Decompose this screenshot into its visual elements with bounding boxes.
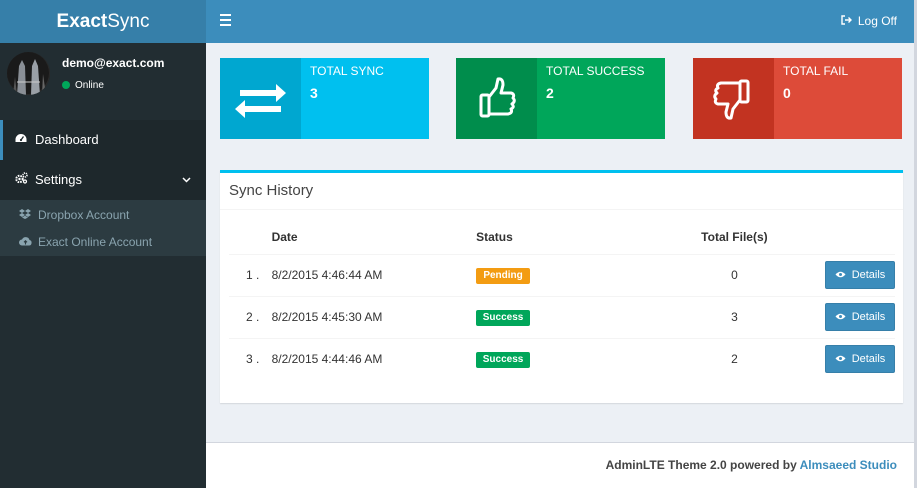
stat-value: 3 [310,85,318,101]
stat-value: 0 [783,85,791,101]
sub-item-label: Dropbox Account [38,208,130,222]
stat-label: TOTAL SUCCESS [546,64,645,78]
details-button[interactable]: Details [825,261,895,289]
row-action-cell: Details [793,338,895,380]
row-number: 1 . [229,254,272,297]
sidebar-item-settings[interactable]: Settings [0,160,206,200]
exchange-icon [220,58,301,139]
details-button[interactable]: Details [825,303,895,331]
thumbs-up-icon [456,58,537,139]
stat-text: TOTAL FAIL 0 [783,64,848,101]
panel-title: Sync History [220,173,903,210]
settings-submenu: Dropbox Account Exact Online Account [0,200,206,256]
chevron-down-icon [182,160,191,200]
cogs-icon [14,160,28,200]
column-header-status: Status [476,220,676,255]
status-badge: Pending [476,267,531,284]
footer-text: AdminLTE Theme 2.0 powered by [605,458,797,472]
top-navbar: Log Off [206,0,917,43]
details-label: Details [851,311,886,323]
user-status: Online [62,80,104,91]
footer-credit: AdminLTE Theme 2.0 powered by Almsaeed S… [606,458,897,472]
sidebar-item-dashboard[interactable]: Dashboard [0,120,206,160]
column-header-date: Date [271,220,477,255]
sidebar-item-dropbox-account[interactable]: Dropbox Account [0,202,206,229]
dashboard-icon [14,120,28,160]
logoff-button[interactable]: Log Off [841,0,897,42]
stat-value: 2 [546,85,554,101]
column-header-action [793,220,895,255]
column-header-number [229,220,272,255]
online-status-icon [62,81,70,89]
stat-label: TOTAL SYNC [310,64,384,78]
row-action-cell: Details [793,296,895,339]
sidebar-menu: Dashboard Settings Dropbox Account Exact… [0,120,206,256]
row-date: 8/2/2015 4:46:44 AM [271,254,477,297]
table-header-row: Date Status Total File(s) [229,220,895,255]
sidebar-item-label: Settings [35,172,82,187]
row-total-files: 2 [731,352,738,367]
app-name-bold: Exact [56,11,108,32]
eye-icon [835,263,846,289]
stat-box-total-success: TOTAL SUCCESS 2 [456,58,665,139]
row-number: 2 . [229,296,272,339]
stat-box-total-sync: TOTAL SYNC 3 [220,58,429,139]
avatar [7,52,50,95]
footer-link[interactable]: Almsaeed Studio [800,458,897,472]
stat-label: TOTAL FAIL [783,64,849,78]
status-badge: Success [476,351,531,368]
stat-box-total-fail: TOTAL FAIL 0 [693,58,902,139]
row-number: 3 . [246,352,260,367]
row-status-cell: Pending [476,254,676,297]
eye-icon [835,347,846,373]
logoff-label: Log Off [857,14,897,28]
sub-item-label: Exact Online Account [38,235,153,249]
sidebar-item-exact-online-account[interactable]: Exact Online Account [0,229,206,256]
footer: AdminLTE Theme 2.0 powered by Almsaeed S… [206,442,917,488]
user-email: demo@exact.com [62,56,165,70]
details-label: Details [851,269,886,281]
details-button[interactable]: Details [825,345,895,374]
column-header-total-files: Total File(s) [675,220,793,255]
eye-icon [835,305,846,331]
thumbs-down-icon [693,58,774,139]
hamburger-menu-icon[interactable] [220,14,231,26]
table-row: 2 . 8/2/2015 4:45:30 AM Success 3 Detail… [229,296,895,339]
dropbox-icon [18,203,32,230]
stat-text: TOTAL SUCCESS 2 [546,64,644,101]
row-total-files: 0 [675,254,793,297]
details-label: Details [851,353,886,366]
sign-out-icon [841,0,852,42]
app-logo[interactable]: ExactSync [0,0,206,43]
status-badge: Success [476,309,531,326]
stat-text: TOTAL SYNC 3 [310,64,384,101]
user-status-label: Online [75,80,104,91]
row-total-files: 3 [675,296,793,339]
row-date: 8/2/2015 4:45:30 AM [271,296,477,339]
row-action-cell: Details [793,254,895,297]
sidebar: ExactSync demo@exact.com Online Dashboar… [0,0,206,488]
sidebar-item-label: Dashboard [35,132,99,147]
table-row: 1 . 8/2/2015 4:46:44 AM Pending 0 Detail… [229,254,895,297]
table-row: 3 . 8/2/2015 4:44:46 AM Success 2 Detail… [229,338,895,380]
row-date: 8/2/2015 4:44:46 AM [271,352,383,367]
row-status-cell: Success [476,338,676,380]
row-status-cell: Success [476,296,676,339]
sync-history-panel: Sync History Date Status Total File(s) 1… [220,170,903,403]
app-name-rest: Sync [107,11,150,32]
cloud-upload-icon [18,230,32,257]
sync-history-table: Date Status Total File(s) 1 . 8/2/2015 4… [229,220,895,380]
